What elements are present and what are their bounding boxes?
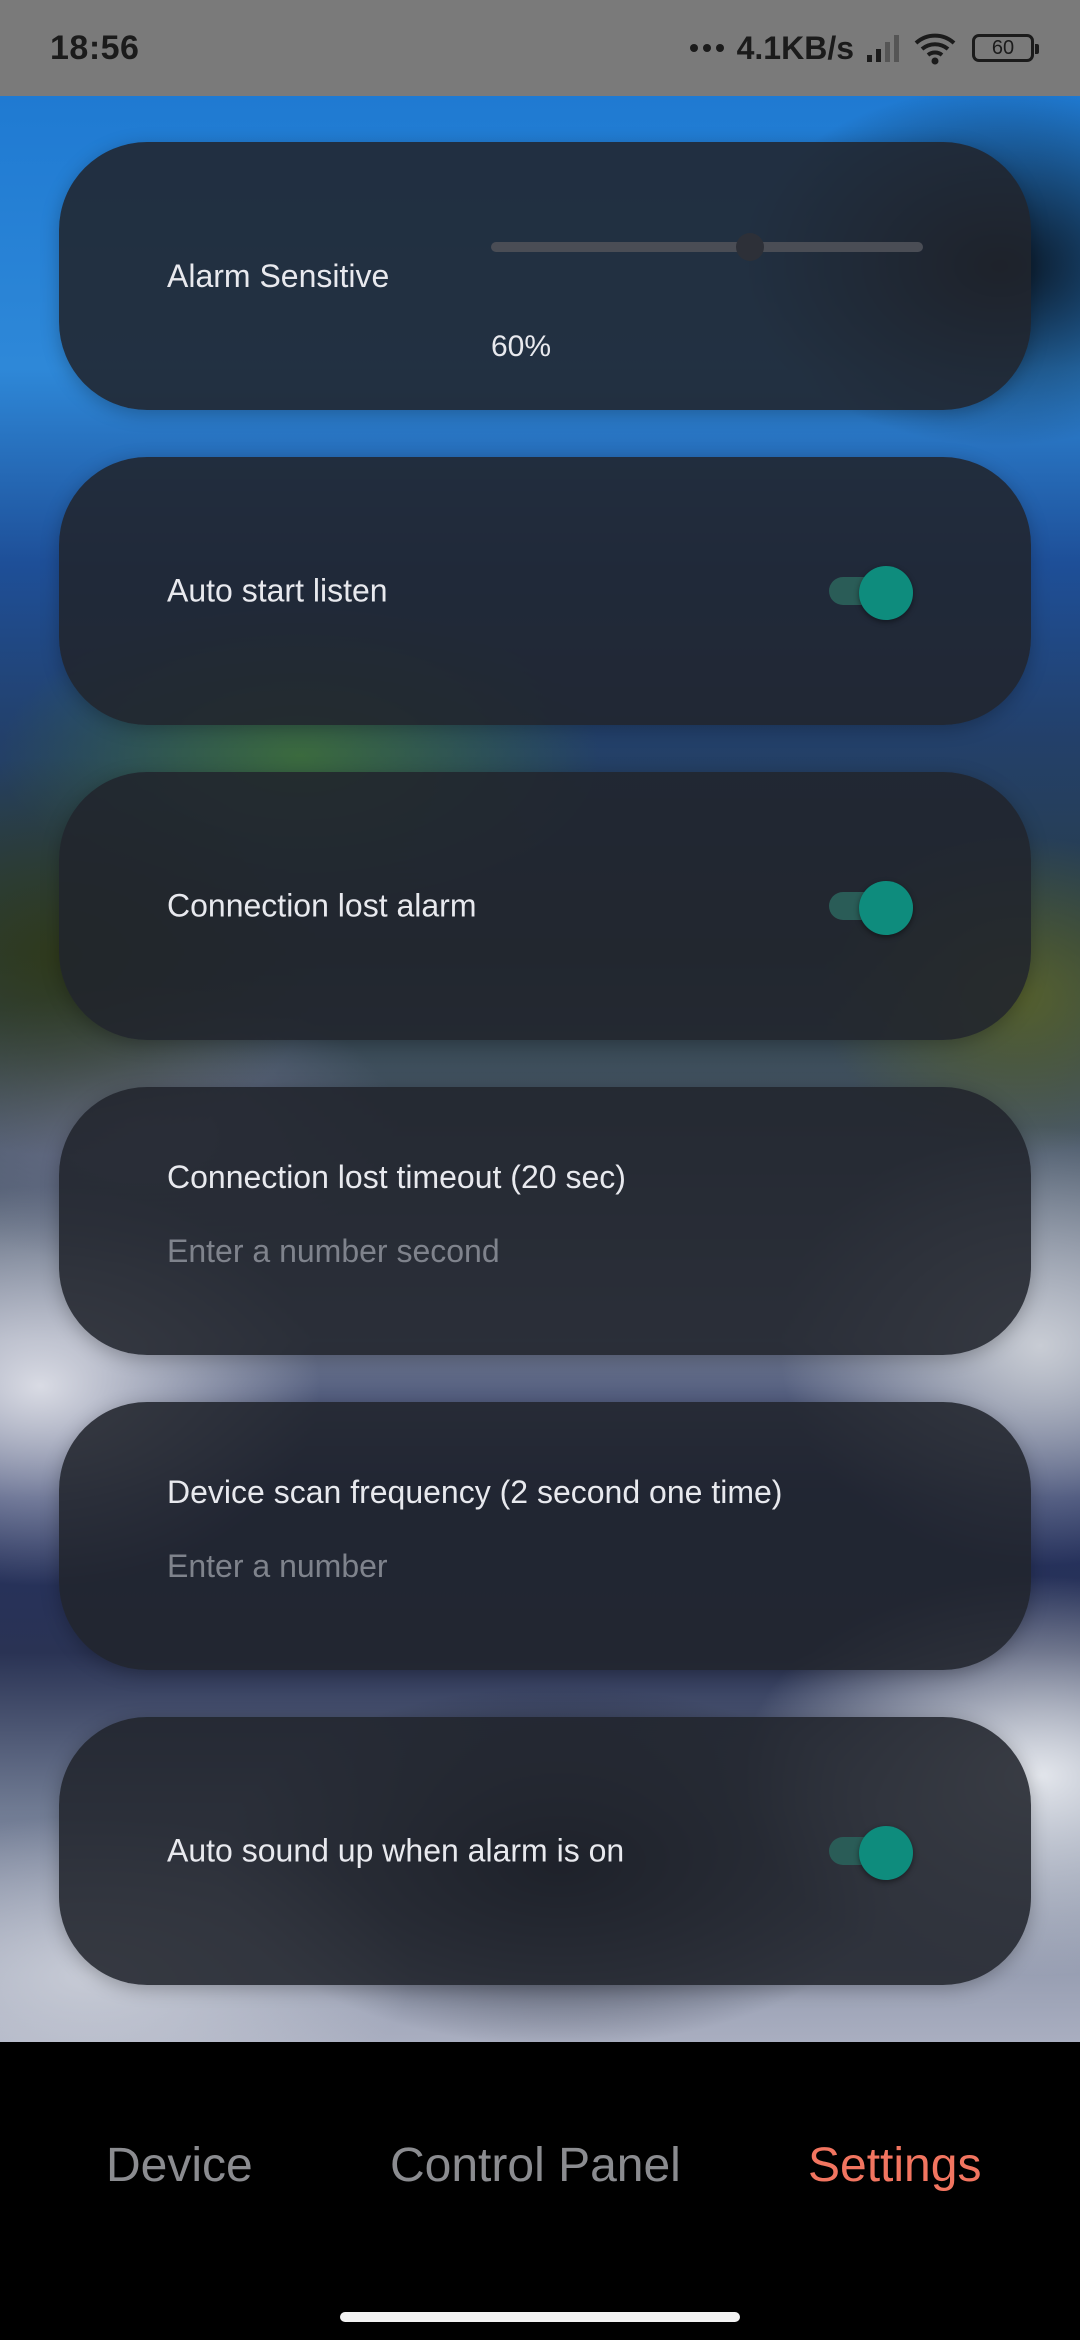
settings-screen: 18:56 4.1KB/s 60 Alarm Sensitive 60% Aut…: [0, 0, 1080, 2340]
settings-content: Alarm Sensitive 60% Auto start listen Co…: [0, 96, 1080, 2042]
auto-start-listen-card: Auto start listen: [59, 457, 1031, 725]
bottom-navigation: Device Control Panel Settings: [0, 2042, 1080, 2340]
auto-start-listen-toggle[interactable]: [829, 566, 913, 620]
wifi-icon: [914, 31, 956, 65]
auto-sound-up-toggle[interactable]: [829, 1826, 913, 1880]
connection-lost-timeout-input[interactable]: [167, 1223, 927, 1279]
status-time: 18:56: [50, 28, 140, 67]
toggle-thumb: [859, 881, 913, 935]
alarm-sensitive-label: Alarm Sensitive: [167, 258, 390, 294]
auto-sound-up-label: Auto sound up when alarm is on: [167, 1832, 625, 1869]
status-bar: 18:56 4.1KB/s 60: [0, 0, 1080, 96]
more-dots-icon: [689, 43, 725, 53]
connection-lost-alarm-label: Connection lost alarm: [167, 887, 477, 924]
network-speed: 4.1KB/s: [736, 29, 854, 66]
home-indicator[interactable]: [340, 2312, 740, 2322]
alarm-sensitive-value: 60%: [491, 330, 552, 363]
toggle-thumb: [859, 1826, 913, 1880]
auto-sound-up-card: Auto sound up when alarm is on: [59, 1717, 1031, 1985]
signal-icon: [866, 33, 902, 63]
battery-level: 60: [991, 36, 1015, 59]
connection-lost-timeout-label: Connection lost timeout (20 sec): [167, 1159, 626, 1195]
auto-start-listen-label: Auto start listen: [167, 572, 388, 609]
toggle-thumb: [859, 566, 913, 620]
connection-lost-timeout-card: Connection lost timeout (20 sec): [59, 1087, 1031, 1355]
device-scan-frequency-label: Device scan frequency (2 second one time…: [167, 1474, 783, 1510]
alarm-sensitive-slider[interactable]: [491, 233, 923, 261]
tab-control-panel[interactable]: Control Panel: [390, 2138, 681, 2193]
tab-device[interactable]: Device: [106, 2138, 253, 2193]
alarm-sensitive-card: Alarm Sensitive 60%: [59, 142, 1031, 410]
status-icons: 4.1KB/s 60: [689, 29, 1039, 67]
connection-lost-alarm-toggle[interactable]: [829, 881, 913, 935]
device-scan-frequency-input[interactable]: [167, 1538, 927, 1594]
device-scan-frequency-card: Device scan frequency (2 second one time…: [59, 1402, 1031, 1670]
slider-thumb[interactable]: [736, 233, 765, 261]
battery-icon: 60: [972, 34, 1039, 62]
tab-settings[interactable]: Settings: [808, 2138, 981, 2193]
connection-lost-alarm-card: Connection lost alarm: [59, 772, 1031, 1040]
